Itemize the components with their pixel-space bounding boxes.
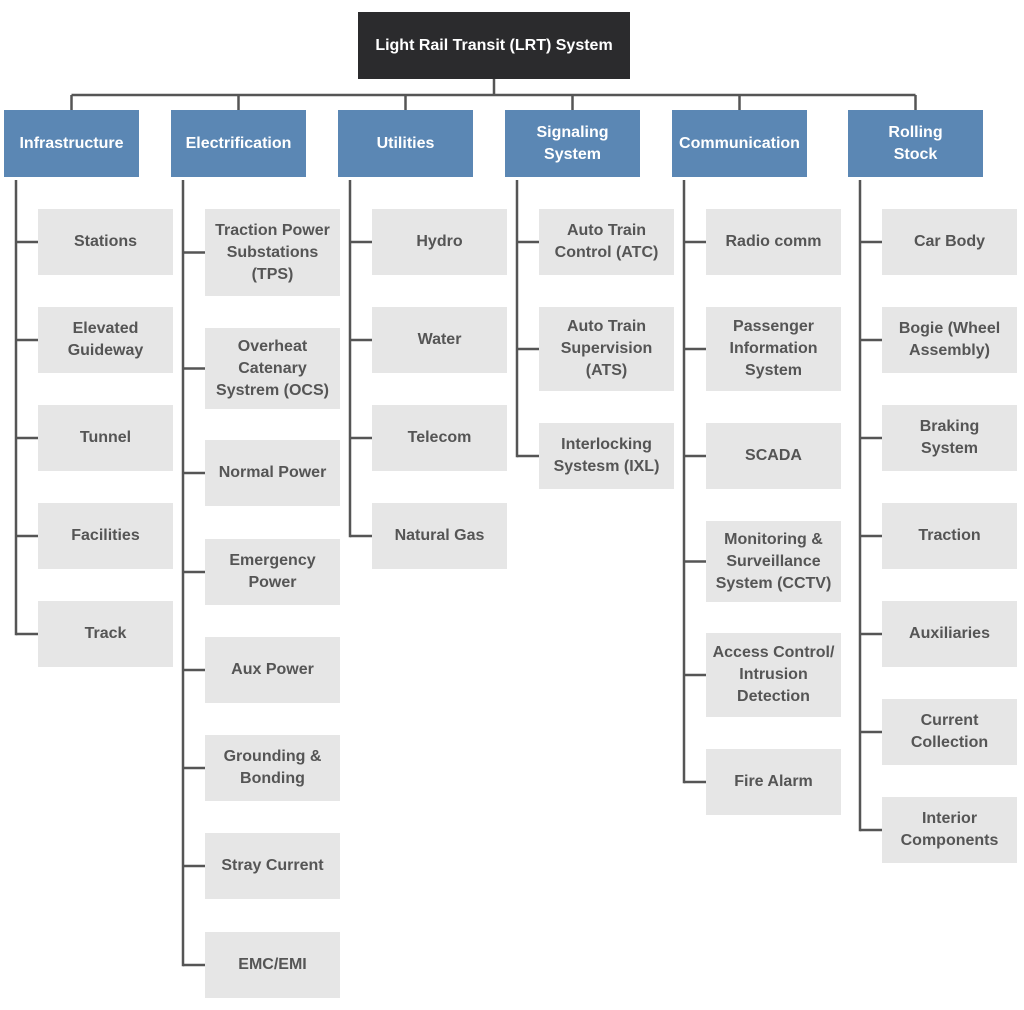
- leaf-label: Telecom: [407, 429, 472, 446]
- leaf-node: Grounding & Bonding: [205, 735, 340, 801]
- leaf-label: Tunnel: [79, 429, 132, 446]
- category-label: Rolling Stock: [888, 123, 943, 163]
- leaf-label: Monitoring & Surveillance System (CCTV): [715, 530, 832, 592]
- leaf-label: Hydro: [416, 233, 463, 250]
- leaf-label: Stray Current: [221, 857, 324, 874]
- leaf-label: Track: [84, 625, 127, 642]
- leaf-node: Interior Components: [882, 797, 1017, 863]
- leaf-label: Grounding & Bonding: [223, 748, 322, 787]
- leaf-node: Traction Power Substations (TPS): [205, 209, 340, 296]
- leaf-label: Current Collection: [910, 712, 989, 751]
- leaf-node: Passenger Information System: [706, 307, 841, 391]
- leaf-node: Monitoring & Surveillance System (CCTV): [706, 521, 841, 602]
- leaf-node: Hydro: [372, 209, 507, 275]
- category-label: Communication: [679, 134, 800, 152]
- leaf-node: Natural Gas: [372, 503, 507, 569]
- leaf-node: Radio comm: [706, 209, 841, 275]
- leaf-label: Auto Train Supervision (ATS): [560, 318, 653, 379]
- leaf-label: Stations: [73, 233, 138, 250]
- leaf-node: Track: [38, 601, 173, 667]
- leaf-label: Passenger Information System: [729, 318, 818, 379]
- category-infrastructure: Infrastructure: [4, 110, 139, 177]
- leaf-node: Auto Train Control (ATC): [539, 209, 674, 275]
- leaf-node: SCADA: [706, 423, 841, 489]
- category-rolling-stock: Rolling Stock: [848, 110, 983, 177]
- category-label: Utilities: [376, 134, 435, 152]
- category-label: Electrification: [185, 134, 292, 152]
- leaf-node: Normal Power: [205, 440, 340, 506]
- leaf-label: Interlocking Systesm (IXL): [553, 436, 660, 475]
- category-signaling-system: Signaling System: [505, 110, 640, 177]
- leaf-label: Bogie (Wheel Assembly): [898, 320, 1001, 359]
- leaf-node: Fire Alarm: [706, 749, 841, 815]
- leaf-node: Bogie (Wheel Assembly): [882, 307, 1017, 373]
- leaf-node: Elevated Guideway: [38, 307, 173, 373]
- leaf-node: Stations: [38, 209, 173, 275]
- leaf-label: Traction Power Substations (TPS): [215, 221, 330, 283]
- leaf-label: Facilities: [71, 527, 140, 544]
- leaf-node: Aux Power: [205, 637, 340, 703]
- leaf-label: Emergency Power: [229, 552, 316, 591]
- leaf-node: Current Collection: [882, 699, 1017, 765]
- leaf-node: Facilities: [38, 503, 173, 569]
- leaf-node: Auxiliaries: [882, 601, 1017, 667]
- leaf-label: Car Body: [913, 233, 986, 250]
- leaf-label: Normal Power: [218, 464, 327, 481]
- root-label: Light Rail Transit (LRT) System: [375, 36, 613, 54]
- leaf-node: Tunnel: [38, 405, 173, 471]
- leaf-label: Braking System: [919, 418, 980, 457]
- leaf-label: Access Control/ Intrusion Detection: [712, 644, 835, 705]
- leaf-label: SCADA: [745, 447, 802, 464]
- leaf-node: Emergency Power: [205, 539, 340, 605]
- leaf-node: Water: [372, 307, 507, 373]
- leaf-label: Elevated Guideway: [67, 320, 144, 359]
- leaf-label: Aux Power: [231, 661, 314, 678]
- leaf-label: EMC/EMI: [238, 956, 307, 973]
- root-node: Light Rail Transit (LRT) System: [358, 12, 630, 79]
- leaf-node: Car Body: [882, 209, 1017, 275]
- leaf-label: Auxiliaries: [909, 625, 990, 642]
- leaf-node: Telecom: [372, 405, 507, 471]
- leaf-label: Interior Components: [900, 810, 999, 849]
- category-utilities: Utilities: [338, 110, 473, 177]
- leaf-node: Access Control/ Intrusion Detection: [706, 633, 841, 717]
- leaf-node: Stray Current: [205, 833, 340, 899]
- leaf-node: Auto Train Supervision (ATS): [539, 307, 674, 391]
- leaf-node: Traction: [882, 503, 1017, 569]
- leaf-node: EMC/EMI: [205, 932, 340, 998]
- leaf-node: Interlocking Systesm (IXL): [539, 423, 674, 489]
- category-communication: Communication: [672, 110, 807, 177]
- leaf-label: Natural Gas: [394, 527, 485, 544]
- leaf-node: Overheat Catenary Systrem (OCS): [205, 328, 340, 409]
- category-label: Signaling System: [536, 123, 609, 163]
- leaf-label: Auto Train Control (ATC): [554, 222, 659, 261]
- leaf-label: Fire Alarm: [734, 773, 813, 790]
- leaf-label: Traction: [918, 527, 981, 544]
- leaf-label: Overheat Catenary Systrem (OCS): [216, 337, 329, 399]
- category-electrification: Electrification: [171, 110, 306, 177]
- leaf-node: Braking System: [882, 405, 1017, 471]
- leaf-label: Water: [417, 331, 462, 348]
- leaf-label: Radio comm: [725, 233, 822, 250]
- category-label: Infrastructure: [19, 134, 124, 152]
